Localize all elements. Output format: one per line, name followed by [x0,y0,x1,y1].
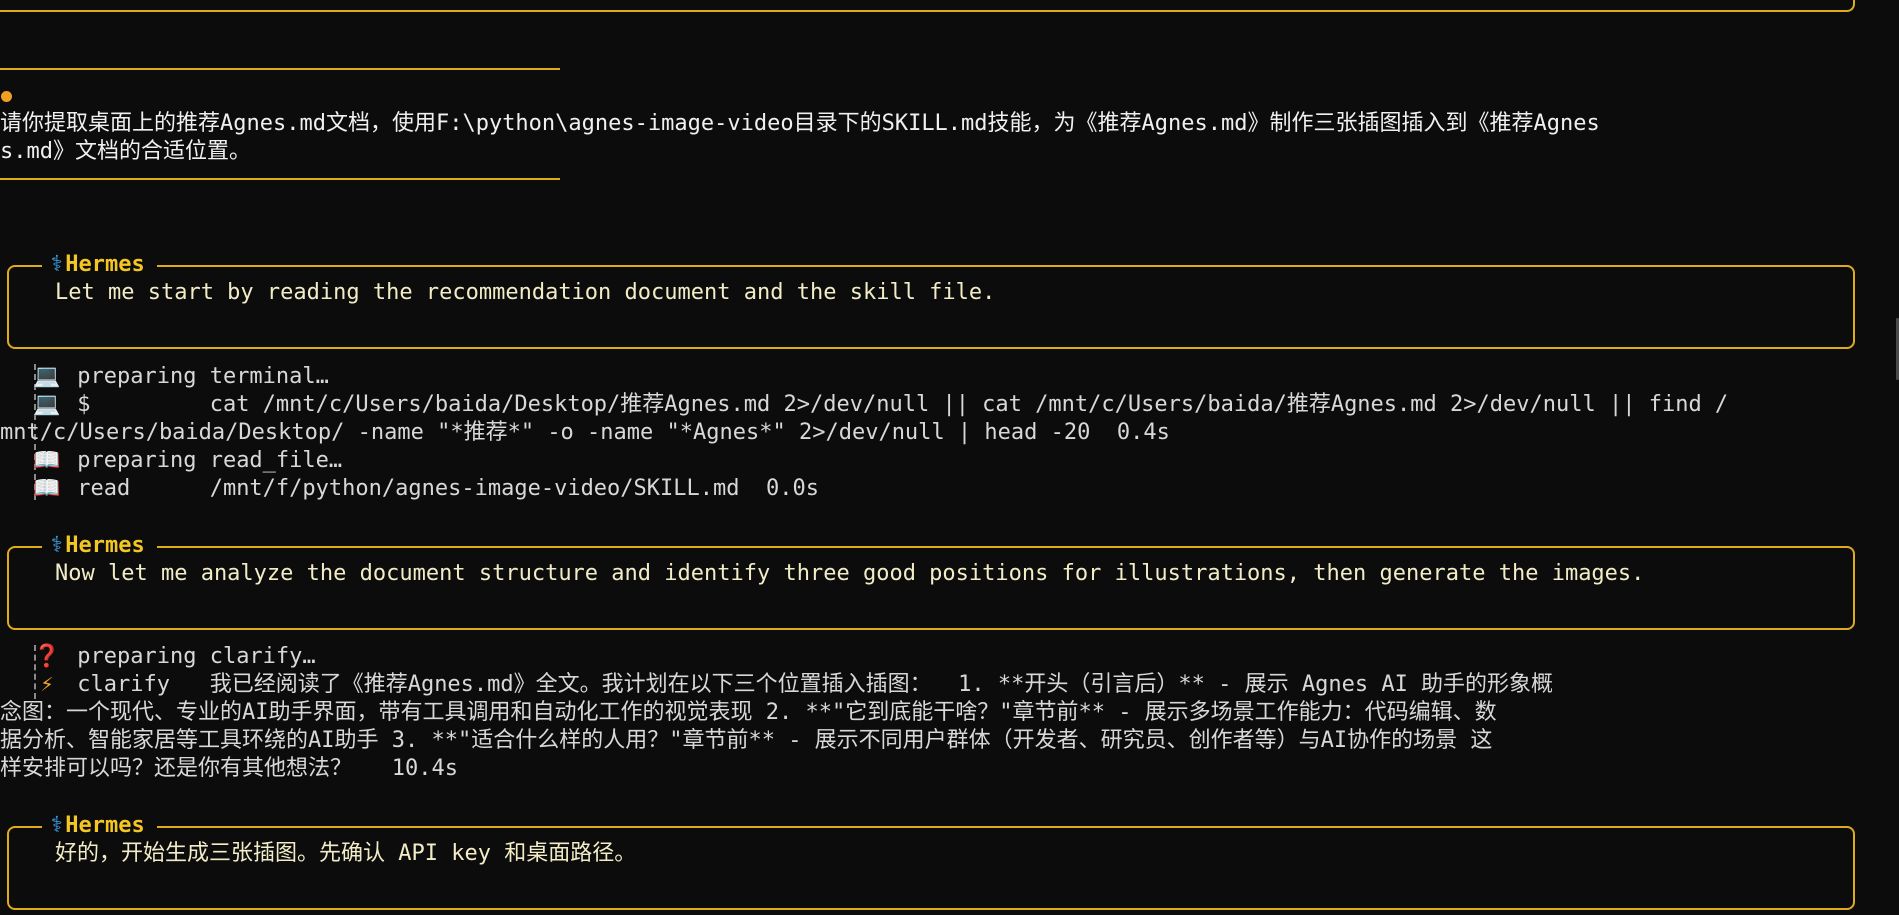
laptop-icon: 💻 [33,364,61,389]
user-message-bullet [1,91,12,102]
laptop-icon: 💻 [33,392,61,417]
assistant-reply: Let me start by reading the recommendati… [55,280,996,305]
user-message-top-rule [0,68,560,70]
assistant-message-frame [7,826,1855,910]
question-icon: ❓ [33,644,61,669]
assistant-message-frame [7,265,1855,349]
tool-line-clarify: ⚡ clarify 我已经阅读了《推荐Agnes.md》全文。我计划在以下三个位… [30,671,1553,699]
tool-line-clarify-wrap-3: 样安排可以吗？还是你有其他想法？ 10.4s [0,756,458,781]
user-message-line-2: s.md》文档的合适位置。 [0,139,251,164]
book-icon: 📖 [33,476,61,501]
sender-name: Hermes [65,813,145,838]
user-message-line-1: 请你提取桌面上的推荐Agnes.md文档，使用F:\python\agnes-i… [0,111,1600,136]
previous-frame-bottom [0,0,1855,12]
assistant-reply: 好的，开始生成三张插图。先确认 API key 和桌面路径。 [55,841,637,866]
tool-line-clarify-preparing: ❓ preparing clarify… [30,643,315,671]
caduceus-icon: ⚕ [50,252,64,277]
user-message-bottom-rule [0,178,560,180]
bolt-icon: ⚡ [40,672,54,697]
tool-line-terminal-preparing: 💻 preparing terminal… [30,363,329,391]
caduceus-icon: ⚕ [50,533,64,558]
assistant-sender: ⚕Hermes [42,812,157,840]
assistant-sender: ⚕Hermes [42,251,157,279]
sender-name: Hermes [65,533,145,558]
tool-line-read-file: 📖 read /mnt/f/python/agnes-image-video/S… [30,475,819,503]
tool-line-terminal-command-wrap: mnt/c/Users/baida/Desktop/ -name "*推荐*" … [0,420,1170,445]
assistant-message-frame [7,546,1855,630]
caduceus-icon: ⚕ [50,813,64,838]
assistant-sender: ⚕Hermes [42,532,157,560]
tool-line-read-preparing: 📖 preparing read_file… [30,447,342,475]
tool-line-terminal-command: 💻 $ cat /mnt/c/Users/baida/Desktop/推荐Agn… [30,391,1728,419]
tool-line-clarify-wrap-1: 念图：一个现代、专业的AI助手界面，带有工具调用和自动化工作的视觉表现 2. *… [0,700,1497,725]
book-icon: 📖 [33,448,61,473]
assistant-reply: Now let me analyze the document structur… [55,561,1645,586]
tool-line-clarify-wrap-2: 据分析、智能家居等工具环绕的AI助手 3. **"适合什么样的人用？"章节前**… [0,728,1493,753]
sender-name: Hermes [65,252,145,277]
